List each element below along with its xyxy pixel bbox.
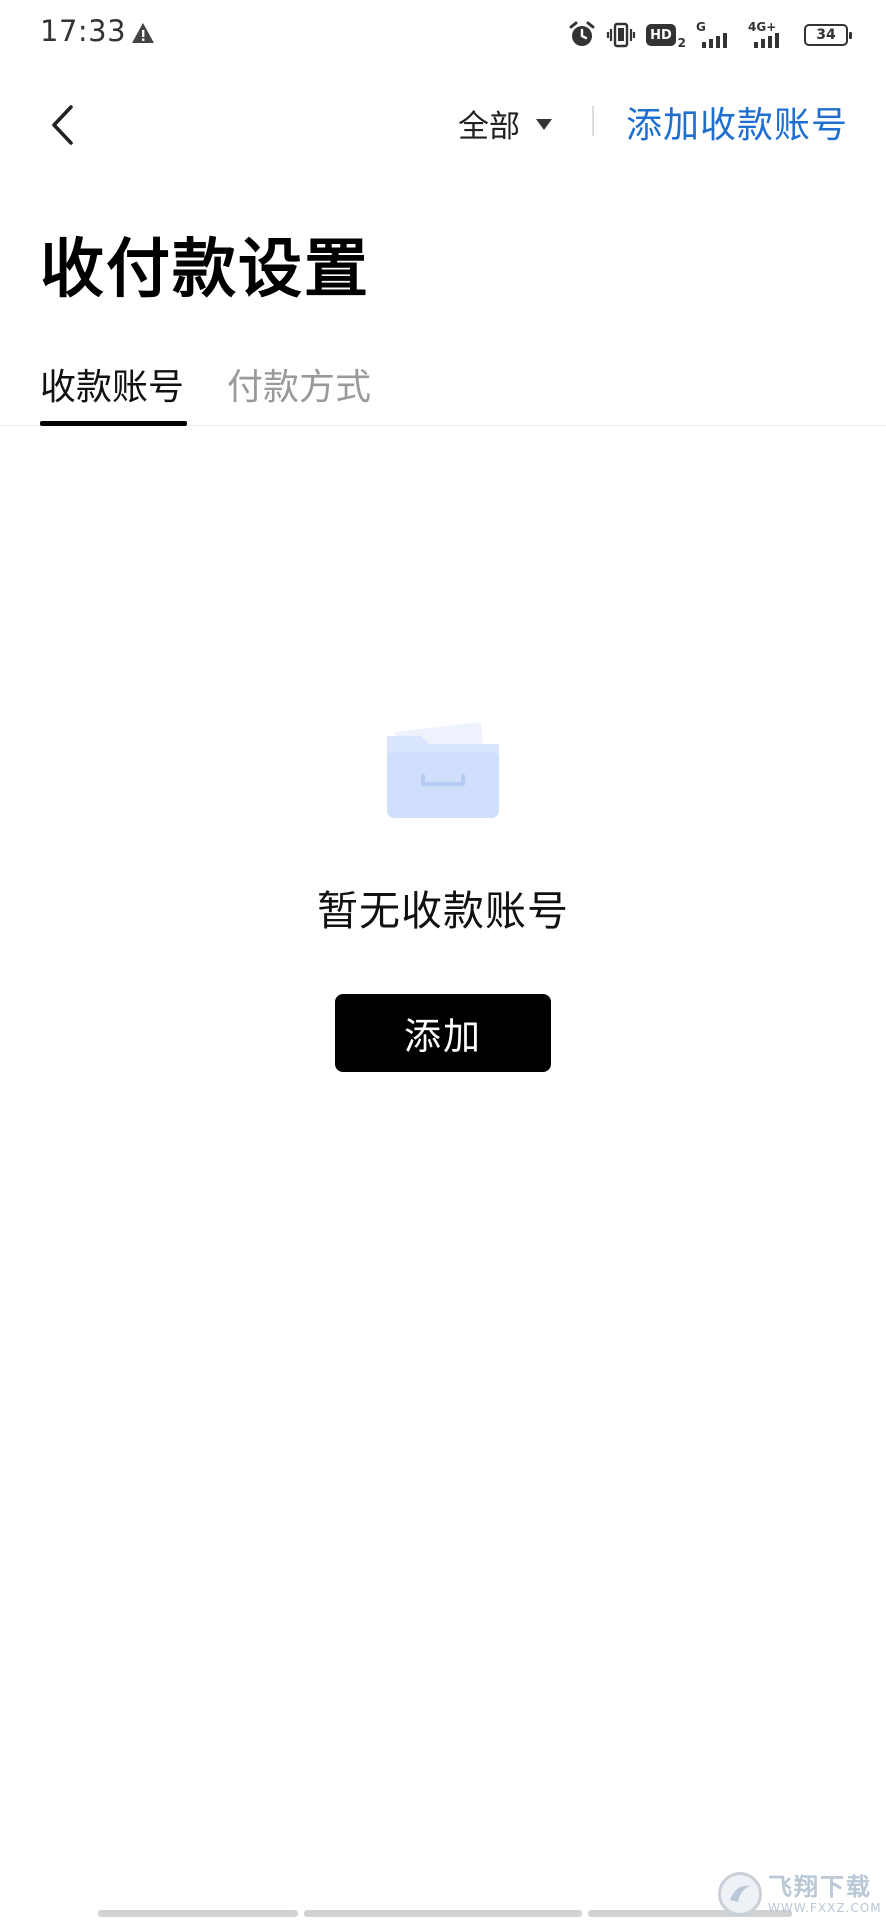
caret-down-icon — [536, 118, 552, 130]
signal-icon: G — [696, 20, 738, 50]
status-time: 17:33 — [40, 14, 127, 48]
tab-payment-methods[interactable]: 付款方式 — [227, 358, 371, 410]
watermark: 飞翔下载 WWW.FXXZ.COM — [718, 1868, 886, 1920]
filter-label: 全部 — [458, 108, 520, 145]
page-title: 收付款设置 — [40, 233, 370, 307]
tab-receive-accounts[interactable]: 收款账号 — [40, 358, 184, 410]
watermark-en: WWW.FXXZ.COM — [768, 1900, 882, 1915]
hd-voice-icon: HD 2 — [646, 20, 686, 50]
empty-state-text: 暂无收款账号 — [317, 887, 569, 935]
add-button[interactable]: 添加 — [335, 994, 551, 1072]
header-divider — [592, 106, 594, 136]
warning-icon — [132, 23, 154, 43]
empty-folder-icon — [387, 722, 499, 818]
battery-icon: 34 — [804, 24, 852, 46]
tab-bar: 收款账号 付款方式 — [0, 350, 886, 426]
chevron-left-icon — [52, 105, 73, 145]
battery-level: 34 — [816, 27, 836, 43]
alarm-icon — [569, 21, 595, 46]
watermark-logo-icon — [718, 1872, 762, 1916]
filter-dropdown[interactable]: 全部 — [458, 100, 552, 146]
vibrate-icon — [606, 22, 636, 48]
navigation-gesture-bar — [98, 1910, 792, 1917]
add-account-link[interactable]: 添加收款账号 — [626, 96, 848, 148]
back-button[interactable] — [40, 100, 84, 150]
signal-4g-icon: 4G+ — [748, 20, 794, 50]
watermark-cn: 飞翔下载 — [768, 1872, 872, 1901]
tab-indicator — [40, 421, 187, 426]
status-bar: 17:33 HD 2 G 4G+ 34 — [0, 0, 886, 70]
